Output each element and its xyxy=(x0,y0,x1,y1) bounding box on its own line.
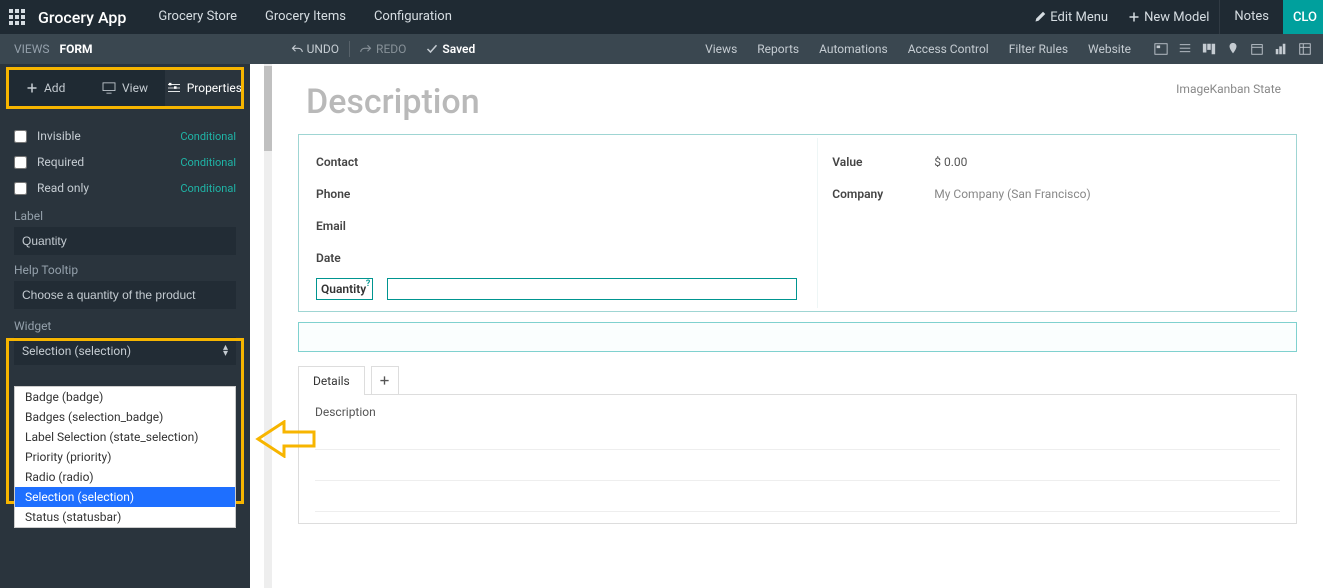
view-kanban-icon[interactable] xyxy=(1197,34,1221,64)
view-list-icon[interactable] xyxy=(1173,34,1197,64)
canvas: Description ImageKanban State Contact Ph… xyxy=(250,64,1323,588)
required-checkbox[interactable] xyxy=(14,156,27,169)
contact-label: Contact xyxy=(316,155,446,169)
value-label: Value xyxy=(832,155,894,169)
pencil-icon xyxy=(1034,11,1046,23)
nav-grocery-items[interactable]: Grocery Items xyxy=(251,0,360,34)
readonly-checkbox[interactable] xyxy=(14,182,27,195)
help-icon: ? xyxy=(366,279,370,289)
new-model-button[interactable]: New Model xyxy=(1118,0,1219,34)
dd-radio[interactable]: Radio (radio) xyxy=(15,467,235,487)
dd-status[interactable]: Status (statusbar) xyxy=(15,507,235,527)
undo-button[interactable]: UNDO xyxy=(283,34,347,64)
views-label: VIEWS xyxy=(0,42,60,56)
help-tooltip-input[interactable] xyxy=(14,281,236,309)
description-label: Description xyxy=(315,405,1280,419)
dd-badges[interactable]: Badges (selection_badge) xyxy=(15,407,235,427)
company-label: Company xyxy=(832,187,894,201)
saved-indicator: Saved xyxy=(426,42,475,56)
sidebar-tab-view[interactable]: View xyxy=(85,67,164,109)
prop-readonly-row: Read only Conditional xyxy=(14,175,236,201)
required-label: Required xyxy=(37,155,180,169)
tab-add-button[interactable] xyxy=(371,366,399,395)
readonly-conditional[interactable]: Conditional xyxy=(180,182,236,195)
view-map-icon[interactable] xyxy=(1221,34,1245,64)
separator-box[interactable] xyxy=(298,322,1297,352)
company-field: My Company (San Francisco) xyxy=(934,187,1090,201)
view-pivot-icon[interactable] xyxy=(1293,34,1317,64)
check-icon xyxy=(426,43,438,55)
close-button[interactable]: CLO xyxy=(1283,0,1323,34)
invisible-conditional[interactable]: Conditional xyxy=(180,130,236,143)
sidebar-tab-properties[interactable]: Properties xyxy=(165,67,244,109)
invisible-checkbox[interactable] xyxy=(14,130,27,143)
quantity-input[interactable] xyxy=(387,278,797,300)
view-graph-icon[interactable] xyxy=(1269,34,1293,64)
label-label: Label xyxy=(14,209,236,223)
canvas-scrollbar[interactable] xyxy=(264,64,272,588)
dd-badge[interactable]: Badge (badge) xyxy=(15,387,235,407)
email-label: Email xyxy=(316,219,446,233)
plus-icon xyxy=(379,375,390,386)
sidebar: Add View Properties Invisible Conditiona… xyxy=(0,64,250,588)
arrow-annotation xyxy=(254,420,316,458)
nav-configuration[interactable]: Configuration xyxy=(360,0,466,34)
redo-button[interactable]: REDO xyxy=(352,34,414,64)
quantity-label-box[interactable]: Quantity? xyxy=(316,278,373,300)
widget-select[interactable]: Selection (selection) ▴▾ xyxy=(14,337,236,365)
dd-label-selection[interactable]: Label Selection (state_selection) xyxy=(15,427,235,447)
top-nav: Grocery App Grocery Store Grocery Items … xyxy=(0,0,1323,34)
tab-details[interactable]: Details xyxy=(298,366,365,395)
tab-content: Description xyxy=(298,394,1297,524)
toolbar: VIEWS FORM UNDO REDO Saved Views Reports… xyxy=(0,34,1323,64)
sidebar-tab-add[interactable]: Add xyxy=(6,67,85,109)
redo-icon xyxy=(360,43,372,55)
invisible-label: Invisible xyxy=(37,129,180,143)
form-label[interactable]: FORM xyxy=(60,42,113,56)
divider xyxy=(315,511,1280,512)
date-label: Date xyxy=(316,251,446,265)
select-spinner-icon: ▴▾ xyxy=(223,345,228,357)
view-form-icon[interactable] xyxy=(1149,34,1173,64)
phone-label: Phone xyxy=(316,187,446,201)
app-brand[interactable]: Grocery App xyxy=(34,8,144,27)
tb-views[interactable]: Views xyxy=(695,34,747,64)
properties-icon xyxy=(167,82,181,94)
dd-selection[interactable]: Selection (selection) xyxy=(15,487,235,507)
tb-filter-rules[interactable]: Filter Rules xyxy=(999,34,1078,64)
required-conditional[interactable]: Conditional xyxy=(180,156,236,169)
prop-invisible-row: Invisible Conditional xyxy=(14,123,236,149)
plus-icon xyxy=(26,82,38,94)
divider xyxy=(315,449,1280,450)
widget-dropdown: Badge (badge) Badges (selection_badge) L… xyxy=(14,386,236,528)
prop-required-row: Required Conditional xyxy=(14,149,236,175)
value-field: $ 0.00 xyxy=(934,155,967,169)
edit-menu-button[interactable]: Edit Menu xyxy=(1024,0,1118,34)
help-tooltip-label: Help Tooltip xyxy=(14,263,236,277)
nav-grocery-store[interactable]: Grocery Store xyxy=(144,0,251,34)
divider xyxy=(315,480,1280,481)
tb-reports[interactable]: Reports xyxy=(747,34,809,64)
dd-priority[interactable]: Priority (priority) xyxy=(15,447,235,467)
notes-button[interactable]: Notes xyxy=(1219,0,1283,34)
tb-automations[interactable]: Automations xyxy=(809,34,898,64)
form-frame: Contact Phone Email Date Quantity? Value… xyxy=(298,134,1297,312)
form-title[interactable]: Description xyxy=(298,78,1176,132)
plus-icon xyxy=(1128,11,1140,23)
label-input[interactable] xyxy=(14,227,236,255)
readonly-label: Read only xyxy=(37,181,180,195)
kanban-state[interactable]: ImageKanban State xyxy=(1176,78,1297,96)
monitor-icon xyxy=(102,82,116,94)
widget-select-value: Selection (selection) xyxy=(22,344,131,358)
apps-icon[interactable] xyxy=(0,0,34,34)
widget-label: Widget xyxy=(14,319,236,333)
sidebar-tabs: Add View Properties xyxy=(6,67,244,109)
view-calendar-icon[interactable] xyxy=(1245,34,1269,64)
tb-website[interactable]: Website xyxy=(1078,34,1141,64)
tb-access-control[interactable]: Access Control xyxy=(898,34,999,64)
undo-icon xyxy=(291,43,303,55)
